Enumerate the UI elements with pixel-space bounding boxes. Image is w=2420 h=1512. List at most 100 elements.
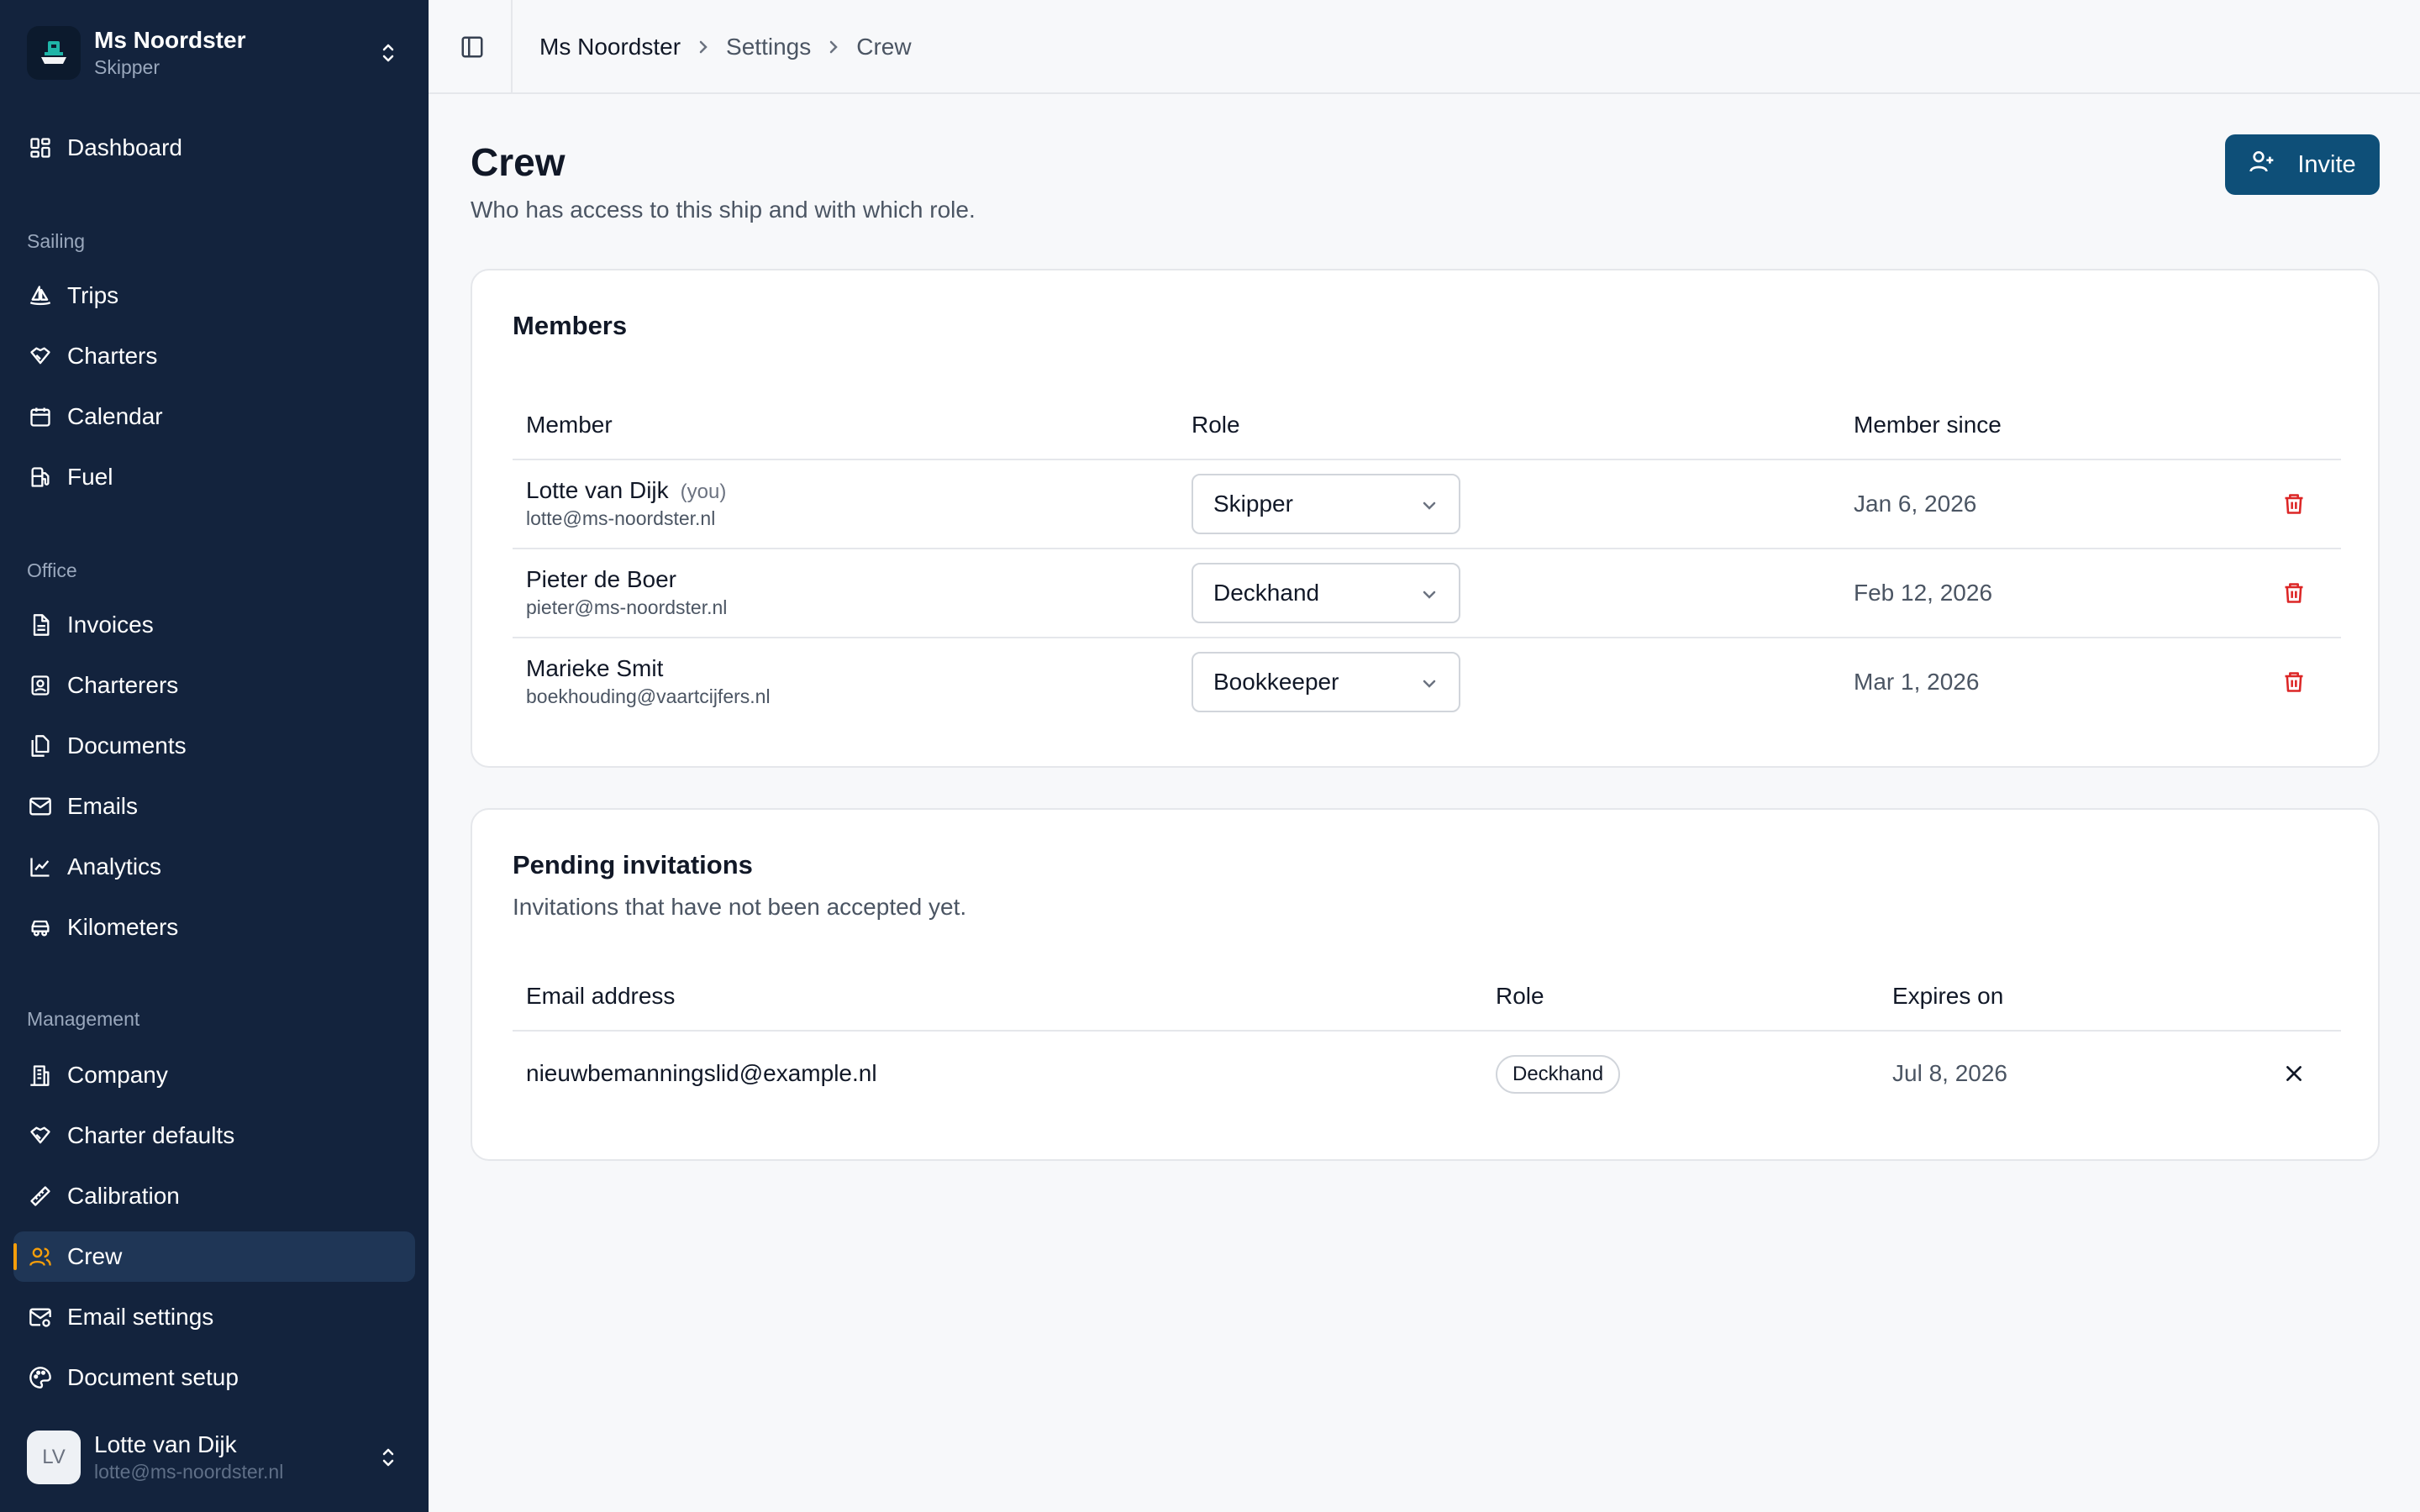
role-select[interactable]: Bookkeeper	[1192, 652, 1460, 712]
sidebar-item-documents[interactable]: Documents	[13, 721, 415, 771]
invitations-title: Pending invitations	[513, 850, 753, 879]
sidebar-item-calibration[interactable]: Calibration	[13, 1171, 415, 1221]
nav-section-office: Office	[27, 559, 77, 581]
ship-logo	[27, 26, 81, 80]
trash-icon[interactable]	[2281, 580, 2307, 606]
member-email: pieter@ms-noordster.nl	[526, 596, 728, 618]
page-title: Crew	[471, 140, 566, 184]
invite-button[interactable]: Invite	[2225, 134, 2380, 195]
members-title: Members	[513, 311, 628, 340]
sidebar-toggle-icon[interactable]	[455, 30, 489, 64]
chevron-up-down-icon	[371, 36, 405, 70]
members-card: Members Member Role Member since Lotte v…	[471, 269, 2380, 768]
ship-role: Skipper	[94, 56, 160, 78]
invitations-description: Invitations that have not been accepted …	[513, 894, 967, 920]
sidebar-item-label: Calibration	[67, 1183, 180, 1209]
breadcrumb-ship[interactable]: Ms Noordster	[539, 34, 681, 60]
divider	[513, 459, 2341, 460]
member-since: Feb 12, 2026	[1854, 580, 1993, 606]
page-subtitle: Who has access to this ship and with whi…	[471, 197, 976, 223]
pending-invitations-card: Pending invitations Invitations that hav…	[471, 808, 2380, 1161]
chevron-down-icon	[1420, 669, 1439, 696]
sidebar-item-label: Fuel	[67, 464, 113, 490]
sidebar-item-trips[interactable]: Trips	[13, 270, 415, 321]
sidebar-item-label: Email settings	[67, 1304, 214, 1330]
sidebar-item-label: Calendar	[67, 403, 163, 429]
role-select-value: Skipper	[1213, 491, 1293, 517]
role-select-value: Bookkeeper	[1213, 669, 1339, 695]
sidebar-item-label: Trips	[67, 282, 119, 308]
invitation-expires: Jul 8, 2026	[1892, 1060, 2007, 1086]
palette-icon	[27, 1364, 54, 1391]
trash-icon[interactable]	[2281, 669, 2307, 696]
sidebar-item-label: Analytics	[67, 853, 162, 879]
sidebar-item-calendar[interactable]: Calendar	[13, 391, 415, 442]
sidebar-item-company[interactable]: Company	[13, 1050, 415, 1100]
sidebar: Ms Noordster Skipper Dashboard Sailing T…	[0, 0, 429, 1512]
ship-switcher[interactable]: Ms Noordster Skipper	[27, 25, 405, 81]
member-email: lotte@ms-noordster.nl	[526, 507, 716, 529]
avatar: LV	[27, 1431, 81, 1484]
divider	[513, 637, 2341, 638]
sidebar-item-dashboard[interactable]: Dashboard	[13, 123, 415, 173]
divider	[513, 548, 2341, 549]
chevron-down-icon	[1420, 491, 1439, 517]
sidebar-item-label: Charterers	[67, 672, 179, 698]
users-icon	[27, 1243, 54, 1270]
role-select[interactable]: Skipper	[1192, 474, 1460, 534]
column-header-expires: Expires on	[1892, 983, 2004, 1009]
handshake-icon	[27, 343, 54, 370]
close-icon[interactable]	[2281, 1060, 2307, 1087]
breadcrumb-crew: Crew	[856, 34, 912, 60]
column-header-member: Member	[526, 412, 613, 438]
sidebar-item-charter-defaults[interactable]: Charter defaults	[13, 1110, 415, 1161]
user-email: lotte@ms-noordster.nl	[94, 1461, 284, 1483]
sidebar-item-label: Crew	[67, 1243, 123, 1269]
trash-icon[interactable]	[2281, 491, 2307, 517]
member-email: boekhouding@vaartcijfers.nl	[526, 685, 771, 707]
sidebar-item-analytics[interactable]: Analytics	[13, 842, 415, 892]
member-name: Lotte van Dijk	[526, 477, 669, 503]
sidebar-item-label: Document setup	[67, 1364, 239, 1390]
user-menu[interactable]: LV Lotte van Dijk lotte@ms-noordster.nl	[27, 1430, 405, 1485]
dashboard-icon	[27, 134, 54, 161]
divider	[513, 1030, 2341, 1032]
sailboat-icon	[27, 282, 54, 309]
sidebar-item-invoices[interactable]: Invoices	[13, 600, 415, 650]
sidebar-item-charterers[interactable]: Charterers	[13, 660, 415, 711]
you-label: (you)	[680, 480, 727, 503]
member-name: Pieter de Boer	[526, 566, 676, 592]
sidebar-item-label: Dashboard	[67, 134, 182, 160]
ruler-icon	[27, 1183, 54, 1210]
sidebar-item-kilometers[interactable]: Kilometers	[13, 902, 415, 953]
role-badge: Deckhand	[1496, 1055, 1621, 1094]
chevron-right-icon	[697, 39, 709, 55]
role-select-value: Deckhand	[1213, 580, 1320, 606]
sidebar-item-crew[interactable]: Crew	[13, 1231, 415, 1282]
handshake-icon	[27, 1122, 54, 1149]
sidebar-item-emails[interactable]: Emails	[13, 781, 415, 832]
sidebar-item-charters[interactable]: Charters	[13, 331, 415, 381]
column-header-role: Role	[1496, 983, 1544, 1009]
fuel-icon	[27, 464, 54, 491]
mail-icon	[27, 793, 54, 820]
member-name: Marieke Smit	[526, 655, 664, 681]
files-icon	[27, 732, 54, 759]
building-icon	[27, 1062, 54, 1089]
invitation-email: nieuwbemanningslid@example.nl	[526, 1060, 877, 1086]
role-select[interactable]: Deckhand	[1192, 563, 1460, 623]
sidebar-item-label: Charter defaults	[67, 1122, 235, 1148]
user-plus-icon	[2249, 148, 2275, 181]
main-content: Ms Noordster Settings Crew Crew Who has …	[429, 0, 2420, 1512]
sidebar-item-fuel[interactable]: Fuel	[13, 452, 415, 502]
member-since: Mar 1, 2026	[1854, 669, 1980, 695]
mail-settings-icon	[27, 1304, 54, 1331]
sidebar-item-label: Emails	[67, 793, 139, 819]
breadcrumb: Ms Noordster Settings Crew	[539, 30, 912, 64]
divider	[511, 0, 513, 94]
nav-section-management: Management	[27, 1008, 140, 1030]
sidebar-item-email-settings[interactable]: Email settings	[13, 1292, 415, 1342]
breadcrumb-settings[interactable]: Settings	[726, 34, 811, 60]
sidebar-item-document-setup[interactable]: Document setup	[13, 1352, 415, 1403]
sidebar-item-label: Charters	[67, 343, 158, 369]
